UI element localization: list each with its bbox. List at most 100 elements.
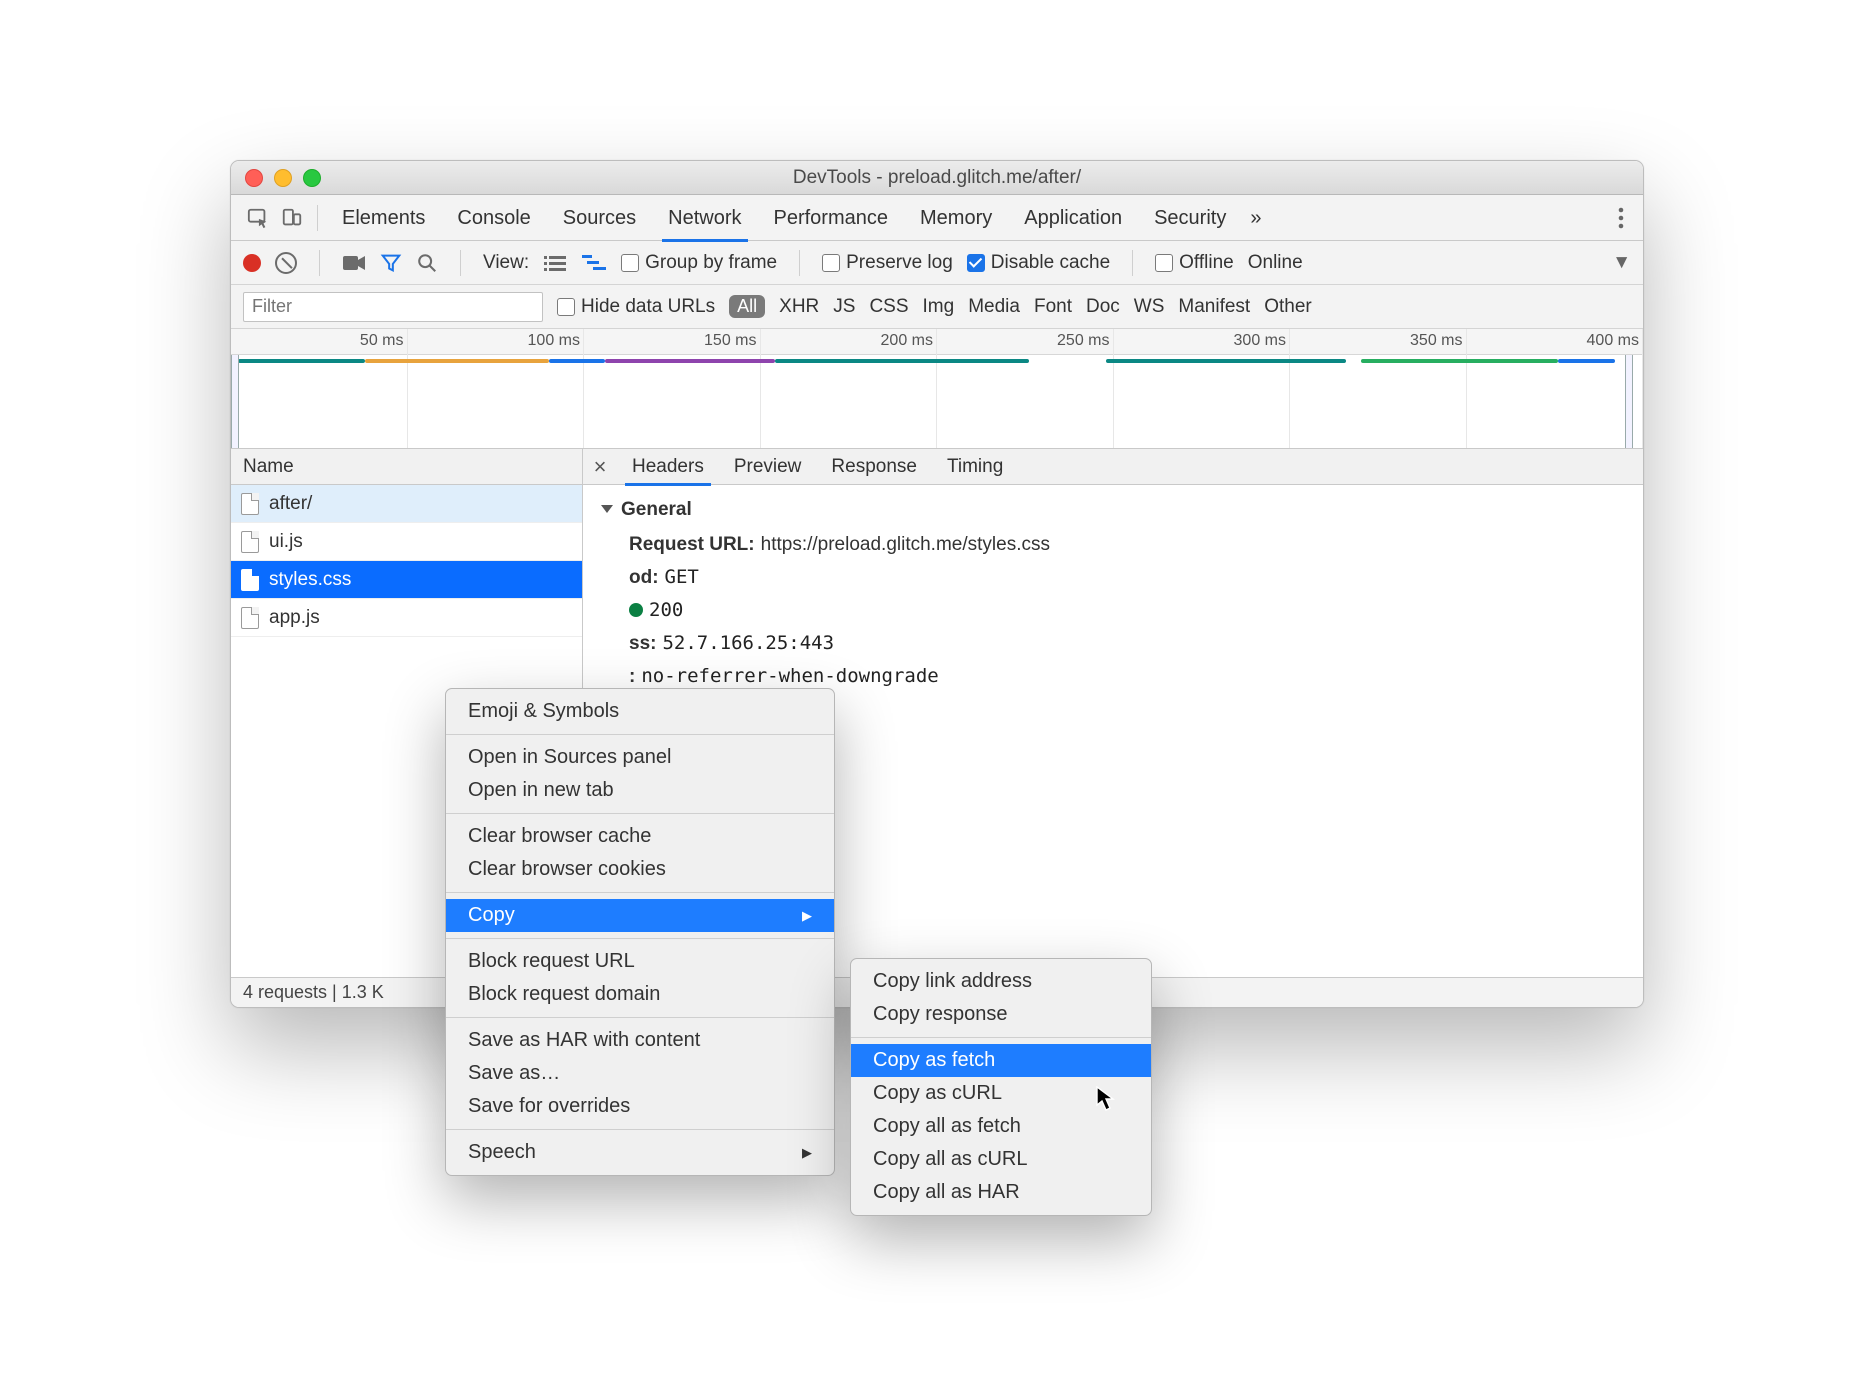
general-section[interactable]: General	[601, 499, 1625, 521]
filter-type-font[interactable]: Font	[1034, 296, 1072, 318]
filter-input[interactable]	[243, 292, 543, 322]
window-zoom-button[interactable]	[303, 169, 321, 187]
device-toolbar-icon[interactable]	[275, 201, 309, 235]
filter-type-css[interactable]: CSS	[869, 296, 908, 318]
columns-header: Name × Headers Preview Response Timing	[231, 449, 1643, 485]
timeline-handle-left[interactable]	[231, 355, 239, 448]
request-row[interactable]: app.js	[231, 599, 582, 637]
preserve-log-label: Preserve log	[846, 252, 953, 274]
ctx-copy-link[interactable]: Copy link address	[851, 965, 1151, 998]
view-list-icon[interactable]	[543, 254, 567, 272]
tabs-overflow-icon[interactable]: »	[1242, 195, 1269, 241]
tick-label: 400 ms	[1587, 332, 1639, 350]
detail-tab-preview[interactable]: Preview	[719, 449, 817, 485]
window-minimize-button[interactable]	[274, 169, 292, 187]
network-timeline[interactable]: 50 ms 100 ms 150 ms 200 ms 250 ms 300 ms…	[231, 329, 1643, 449]
tab-elements[interactable]: Elements	[326, 195, 441, 241]
tab-application[interactable]: Application	[1008, 195, 1138, 241]
ctx-copy-all-as-curl[interactable]: Copy all as cURL	[851, 1143, 1151, 1176]
filter-type-js[interactable]: JS	[833, 296, 855, 318]
request-name: styles.css	[269, 569, 351, 591]
hide-data-urls-checkbox[interactable]: Hide data URLs	[557, 296, 715, 318]
ctx-save-as[interactable]: Save as…	[446, 1057, 834, 1090]
separator	[446, 1017, 834, 1018]
tab-memory[interactable]: Memory	[904, 195, 1008, 241]
record-button[interactable]	[243, 254, 261, 272]
hide-data-urls-label: Hide data URLs	[581, 296, 715, 318]
mouse-cursor-icon	[1096, 1086, 1116, 1112]
name-column-header[interactable]: Name	[231, 449, 583, 484]
inspect-element-icon[interactable]	[241, 201, 275, 235]
separator	[446, 813, 834, 814]
filter-type-xhr[interactable]: XHR	[779, 296, 819, 318]
request-row[interactable]: after/	[231, 485, 582, 523]
filter-funnel-icon[interactable]	[380, 252, 402, 274]
ctx-open-new-tab[interactable]: Open in new tab	[446, 774, 834, 807]
ctx-block-url[interactable]: Block request URL	[446, 945, 834, 978]
preserve-log-checkbox[interactable]: Preserve log	[822, 252, 953, 274]
ctx-clear-cache[interactable]: Clear browser cache	[446, 820, 834, 853]
kv-key: ss:	[629, 633, 656, 654]
ctx-copy-all-as-fetch[interactable]: Copy all as fetch	[851, 1110, 1151, 1143]
timeline-ticks: 50 ms 100 ms 150 ms 200 ms 250 ms 300 ms…	[231, 329, 1643, 355]
kebab-menu-icon[interactable]	[1609, 207, 1633, 229]
detail-tab-timing[interactable]: Timing	[932, 449, 1018, 485]
view-waterfall-icon[interactable]	[581, 254, 607, 272]
file-icon	[241, 531, 259, 553]
file-icon	[241, 607, 259, 629]
disable-cache-label: Disable cache	[991, 252, 1110, 274]
request-row[interactable]: ui.js	[231, 523, 582, 561]
close-detail-button[interactable]: ×	[583, 454, 617, 480]
ctx-save-overrides[interactable]: Save for overrides	[446, 1090, 834, 1123]
separator	[460, 250, 461, 276]
ctx-copy-response[interactable]: Copy response	[851, 998, 1151, 1031]
ctx-copy-submenu[interactable]: Copy	[446, 899, 834, 932]
ctx-copy-all-as-har[interactable]: Copy all as HAR	[851, 1176, 1151, 1209]
filter-type-manifest[interactable]: Manifest	[1178, 296, 1250, 318]
filter-bar: Hide data URLs All XHR JS CSS Img Media …	[231, 285, 1643, 329]
devtools-window: DevTools - preload.glitch.me/after/ Elem…	[230, 160, 1644, 1008]
offline-checkbox[interactable]: Offline	[1155, 252, 1234, 274]
kv-value: https://preload.glitch.me/styles.css	[761, 534, 1050, 555]
ctx-clear-cookies[interactable]: Clear browser cookies	[446, 853, 834, 886]
detail-tabs: × Headers Preview Response Timing	[583, 449, 1643, 484]
detail-tab-headers[interactable]: Headers	[617, 449, 719, 485]
filter-type-img[interactable]: Img	[923, 296, 955, 318]
chevron-down-icon[interactable]: ▼	[1612, 252, 1631, 274]
window-close-button[interactable]	[245, 169, 263, 187]
separator	[319, 250, 320, 276]
filter-type-other[interactable]: Other	[1264, 296, 1312, 318]
filter-type-all[interactable]: All	[729, 295, 765, 318]
tab-security[interactable]: Security	[1138, 195, 1242, 241]
ctx-open-sources[interactable]: Open in Sources panel	[446, 741, 834, 774]
clear-button[interactable]	[275, 252, 297, 274]
separator	[1132, 250, 1133, 276]
tab-network[interactable]: Network	[652, 195, 757, 241]
window-title: DevTools - preload.glitch.me/after/	[231, 167, 1643, 189]
ctx-speech-submenu[interactable]: Speech	[446, 1136, 834, 1169]
tab-console[interactable]: Console	[441, 195, 546, 241]
request-row[interactable]: styles.css	[231, 561, 582, 599]
detail-tab-response[interactable]: Response	[816, 449, 932, 485]
disable-cache-checkbox[interactable]: Disable cache	[967, 252, 1110, 274]
tab-performance[interactable]: Performance	[758, 195, 905, 241]
ctx-save-har[interactable]: Save as HAR with content	[446, 1024, 834, 1057]
titlebar: DevTools - preload.glitch.me/after/	[231, 161, 1643, 195]
tab-sources[interactable]: Sources	[547, 195, 652, 241]
timeline-handle-right[interactable]	[1625, 355, 1633, 448]
tick-label: 350 ms	[1410, 332, 1462, 350]
search-icon[interactable]	[416, 252, 438, 274]
tick-label: 150 ms	[704, 332, 756, 350]
filter-type-media[interactable]: Media	[968, 296, 1020, 318]
group-by-frame-checkbox[interactable]: Group by frame	[621, 252, 777, 274]
kv-key: :	[629, 666, 635, 687]
ctx-copy-as-fetch[interactable]: Copy as fetch	[851, 1044, 1151, 1077]
tick-label: 50 ms	[360, 332, 404, 350]
ctx-emoji-symbols[interactable]: Emoji & Symbols	[446, 695, 834, 728]
throttling-select[interactable]: Online	[1248, 252, 1303, 274]
kv-value: GET	[665, 566, 699, 588]
filter-type-doc[interactable]: Doc	[1086, 296, 1120, 318]
camera-icon[interactable]	[342, 254, 366, 272]
filter-type-ws[interactable]: WS	[1134, 296, 1165, 318]
ctx-block-domain[interactable]: Block request domain	[446, 978, 834, 1011]
